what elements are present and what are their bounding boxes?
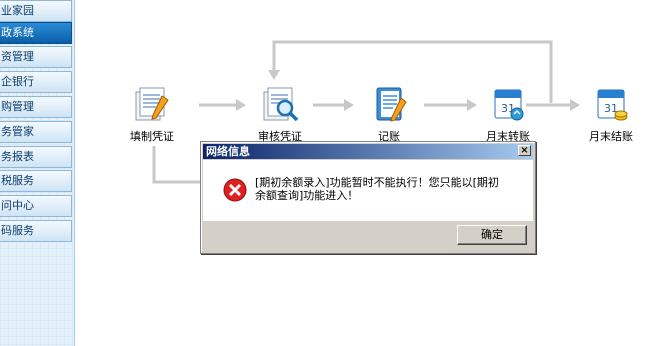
error-icon [223,178,247,202]
flow-label-month-end-close: 月末结账 [589,130,633,143]
notebook-pen-icon [376,87,407,122]
bottom-connector-line [152,146,202,184]
arrow-loop-head [268,70,280,80]
arrow-2-head [344,99,354,111]
dialog-body: [期初余额录入]功能暂时不能执行！您只能以[期初余额查询]功能进入！ [203,160,533,221]
document-pen-icon [135,87,169,121]
flow-node-review-voucher[interactable]: 审核凭证 [245,84,315,144]
document-search-icon [263,87,299,122]
flow-label-fill-voucher: 填制凭证 [130,130,174,143]
dialog-title: 网络信息 [206,145,250,158]
network-info-dialog: 网络信息 × [期初余额录入]功能暂时不能执行！您只能以[期初余额查询]功能进入… [200,141,536,254]
flow-node-month-end-close[interactable]: 31 月末结账 [576,84,646,144]
calendar-transfer-icon: 31 [494,89,524,121]
close-icon: × [520,145,529,156]
dialog-titlebar[interactable]: 网络信息 × [203,144,533,159]
close-button[interactable]: × [518,145,531,156]
dialog-message: [期初余额录入]功能暂时不能执行！您只能以[期初余额查询]功能进入！ [255,176,499,202]
ok-button[interactable]: 确定 [457,225,527,245]
calendar-coins-icon: 31 [597,89,628,121]
flow-node-post[interactable]: 记账 [354,84,424,144]
flow-node-month-end-transfer[interactable]: 31 月末转账 [473,84,543,144]
flow-node-fill-voucher[interactable]: 填制凭证 [117,84,187,144]
